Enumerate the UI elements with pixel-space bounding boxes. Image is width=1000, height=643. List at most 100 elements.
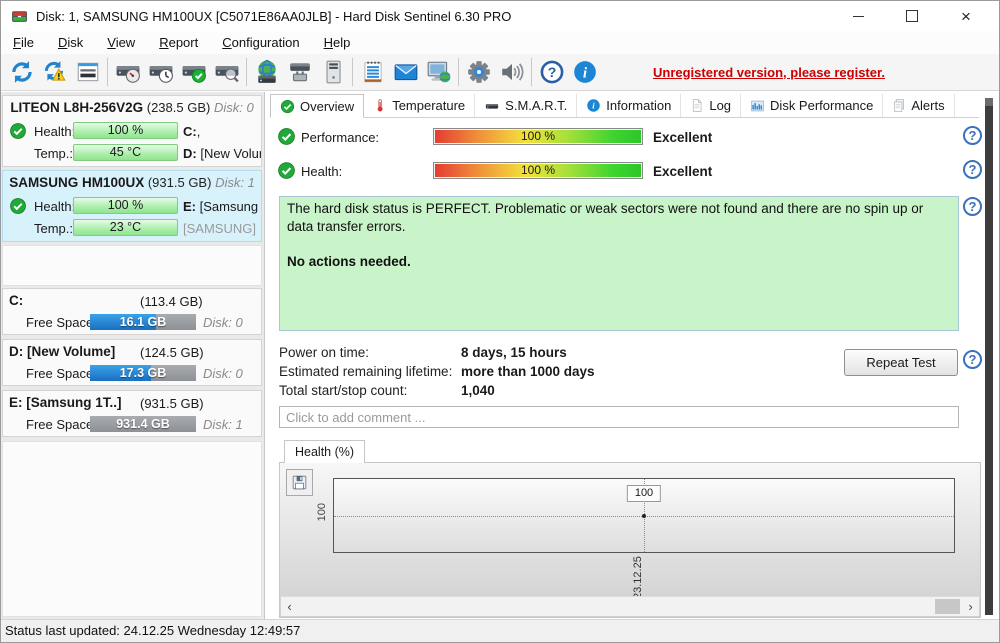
lifetime-value: more than 1000 days	[461, 364, 595, 379]
status-bar: Status last updated: 24.12.25 Wednesday …	[1, 619, 999, 642]
close-button[interactable]: ×	[939, 1, 993, 31]
disk-item-liteon[interactable]: LITEON L8H-256V2G (238.5 GB) Disk: 0 Hea…	[2, 95, 262, 167]
chart-scrollbar[interactable]: ‹ ›	[281, 596, 979, 616]
disk-name: SAMSUNG HM100UX	[9, 175, 145, 190]
tab-disk-performance[interactable]: Disk Performance	[741, 94, 884, 117]
health-rating: Excellent	[653, 164, 713, 179]
refresh-alert-button[interactable]	[38, 57, 71, 88]
settings-button[interactable]	[462, 57, 495, 88]
partition-item-c[interactable]: C: (113.4 GB) Free Space 16.1 GB Disk: 0	[2, 288, 262, 335]
email-button[interactable]	[389, 57, 422, 88]
minimize-icon	[852, 15, 864, 17]
sidebar-spacer	[2, 245, 262, 286]
disk-tower-button[interactable]	[316, 57, 349, 88]
tab-label: Alerts	[911, 98, 945, 113]
menu-view[interactable]: View	[95, 33, 147, 52]
scroll-left-icon[interactable]: ‹	[281, 597, 298, 616]
disk-size: (238.5 GB)	[146, 100, 211, 115]
report-button[interactable]	[71, 57, 104, 88]
page-icon	[693, 99, 702, 112]
menu-disk[interactable]: Disk	[46, 33, 95, 52]
refresh-button[interactable]	[5, 57, 38, 88]
window-title: Disk: 1, SAMSUNG HM100UX [C5071E86AA0JLB…	[36, 8, 512, 24]
partition-disk: Disk: 0	[203, 366, 243, 381]
save-chart-button[interactable]	[286, 469, 313, 496]
help-button[interactable]: ?	[535, 57, 568, 88]
network-drive-button[interactable]	[250, 57, 283, 88]
menu-report[interactable]: Report	[147, 33, 210, 52]
partition-item-d[interactable]: D: [New Volume] (124.5 GB) Free Space 17…	[2, 339, 262, 386]
help-performance-icon[interactable]: ?	[963, 126, 982, 145]
maximize-button[interactable]	[885, 1, 939, 31]
toolbar-separator	[107, 58, 108, 86]
disk-item-samsung[interactable]: SAMSUNG HM100UX (931.5 GB) Disk: 1 Healt…	[2, 170, 262, 242]
menu-help[interactable]: Help	[312, 33, 363, 52]
email-icon	[394, 64, 417, 81]
disk-header: SAMSUNG HM100UX (931.5 GB) Disk: 1	[3, 175, 261, 190]
close-icon: ×	[961, 6, 971, 26]
free-space-label: Free Space	[26, 417, 94, 432]
disk-clock-button[interactable]	[144, 57, 177, 88]
sidebar: LITEON L8H-256V2G (238.5 GB) Disk: 0 Hea…	[1, 92, 265, 619]
health-ok-icon	[9, 197, 27, 218]
power-on-label: Power on time:	[279, 345, 370, 360]
tab-log[interactable]: Log	[681, 94, 742, 117]
sound-button[interactable]	[495, 57, 528, 88]
menu-bar: File Disk View Report Configuration Help	[1, 31, 999, 54]
tab-overview[interactable]: Overview	[270, 94, 365, 118]
check-icon	[280, 99, 295, 113]
temp-label: Temp.:	[34, 146, 74, 161]
scroll-right-icon[interactable]: ›	[962, 597, 979, 616]
partition-item-e[interactable]: E: [Samsung 1T..] (931.5 GB) Free Space …	[2, 390, 262, 437]
lifetime-label: Estimated remaining lifetime:	[279, 364, 453, 379]
register-link[interactable]: Unregistered version, please register.	[653, 65, 885, 80]
tab-alerts[interactable]: Alerts	[883, 94, 955, 117]
minimize-button[interactable]	[831, 1, 885, 31]
temp-value: 45 °C	[73, 144, 178, 161]
power-on-value: 8 days, 15 hours	[461, 345, 567, 360]
notes-icon	[363, 61, 382, 83]
tab-smart[interactable]: S.M.A.R.T.	[475, 94, 578, 117]
info-button[interactable]: i	[568, 57, 601, 88]
sound-icon	[501, 63, 523, 81]
disk-tower-icon	[326, 60, 341, 84]
disk-accept-button[interactable]	[177, 57, 210, 88]
notes-button[interactable]	[356, 57, 389, 88]
volume-list: E: [Samsung 1	[183, 199, 261, 214]
menu-configuration[interactable]: Configuration	[210, 33, 311, 52]
tab-information[interactable]: i Information	[577, 94, 682, 117]
disk-gauge-button[interactable]	[111, 57, 144, 88]
tab-temperature[interactable]: Temperature	[364, 94, 476, 117]
disk-search-icon	[215, 66, 239, 83]
health-value: 100 %	[73, 197, 178, 214]
status-bar-text: Status last updated: 24.12.25 Wednesday …	[5, 623, 301, 638]
disk-remove-button[interactable]	[283, 57, 316, 88]
help-status-icon[interactable]: ?	[963, 197, 982, 216]
tab-bar: Overview Temperature S.M.A.R.T. i Inform…	[270, 94, 979, 118]
x-axis-tick: 23.12.25	[632, 556, 644, 599]
vertical-scrollbar[interactable]	[985, 98, 993, 615]
health-ok-icon	[277, 161, 296, 183]
data-point	[642, 513, 646, 518]
health-label: Health:	[301, 164, 343, 179]
chart-tab-health[interactable]: Health (%)	[284, 440, 366, 463]
disk-gauge-icon	[116, 66, 140, 83]
partition-size: (113.4 GB)	[140, 294, 203, 309]
help-health-icon[interactable]: ?	[963, 160, 982, 179]
volume-list: D: [New Volum	[183, 146, 261, 161]
report-icon	[77, 62, 98, 82]
volume-list: [SAMSUNG]	[183, 221, 256, 236]
help-test-icon[interactable]: ?	[963, 350, 982, 369]
partition-name: D: [New Volume]	[9, 344, 116, 359]
network-drive-icon	[257, 59, 276, 83]
disk-search-button[interactable]	[210, 57, 243, 88]
app-window: Disk: 1, SAMSUNG HM100UX [C5071E86AA0JLB…	[0, 0, 1000, 643]
comment-input[interactable]	[279, 406, 959, 428]
chart-icon	[751, 100, 764, 111]
thermometer-icon	[377, 99, 383, 112]
partition-size: (931.5 GB)	[140, 396, 204, 411]
scrollbar-thumb[interactable]	[935, 599, 960, 614]
network-monitor-button[interactable]	[422, 57, 455, 88]
menu-file[interactable]: File	[1, 33, 46, 52]
repeat-test-button[interactable]: Repeat Test	[844, 349, 958, 376]
